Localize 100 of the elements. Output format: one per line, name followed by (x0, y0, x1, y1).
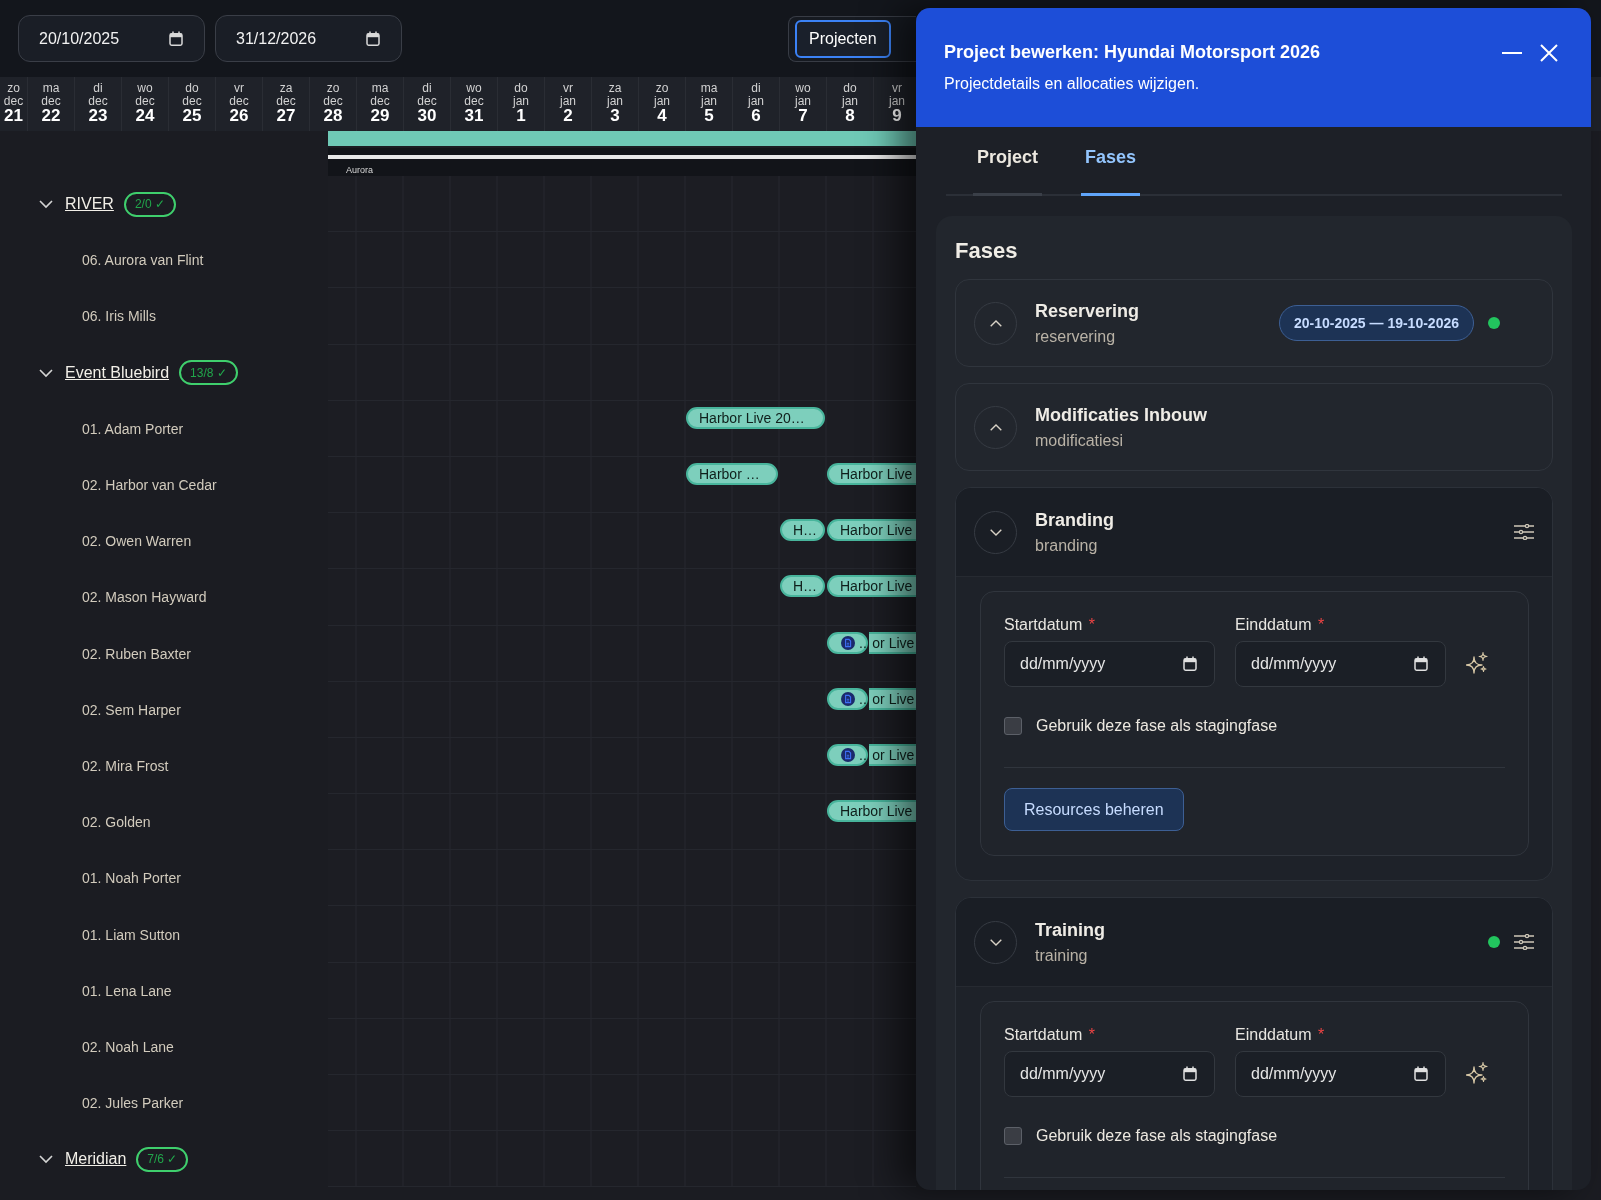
timeline-bar[interactable]: .. (827, 743, 869, 766)
tab[interactable]: Fases (1081, 127, 1141, 196)
resources-button[interactable]: Resources beheren (1004, 788, 1184, 831)
weekday-label: do (185, 82, 199, 95)
timeline-bar[interactable]: or Live (869, 743, 916, 766)
checkbox-label: Gebruik deze fase als stagingfase (1036, 1127, 1278, 1145)
tab[interactable]: Project (973, 127, 1043, 196)
month-label: jan (513, 94, 529, 108)
timeline-bar[interactable]: H… (780, 519, 825, 542)
phase-subtitle: training (1035, 946, 1089, 965)
calendar-icon[interactable] (169, 31, 183, 46)
day-number: 1 (516, 107, 526, 126)
day-number: 25 (182, 107, 202, 126)
timeline-bar[interactable]: .. (827, 631, 869, 654)
date-input[interactable]: dd/mm/yyyy (1235, 1051, 1446, 1097)
weekday-label: di (93, 82, 103, 95)
document-icon (841, 691, 855, 706)
weekday-label: za (279, 82, 293, 95)
sparkle-icon[interactable] (1466, 1062, 1488, 1084)
weekday-label: vr (234, 82, 244, 95)
weekday-label: vr (892, 82, 902, 95)
calendar-icon[interactable] (1183, 656, 1197, 671)
document-icon (841, 635, 855, 650)
chevron-down-icon (989, 528, 1002, 536)
weekday-label: do (843, 82, 857, 95)
calendar-icon[interactable] (1414, 656, 1428, 671)
resource-name: 02. Harbor van Cedar (82, 477, 217, 494)
timeline-bar[interactable]: H… (780, 575, 825, 598)
group-link[interactable]: Event Bluebird (65, 363, 170, 382)
day-number: 9 (892, 107, 902, 126)
sliders-icon[interactable] (1514, 524, 1534, 540)
day-number: 29 (370, 107, 390, 126)
date-input[interactable]: dd/mm/yyyy (1235, 641, 1446, 687)
resource-name: 01. Noah Porter (82, 870, 181, 887)
date-input[interactable]: dd/mm/yyyy (1004, 641, 1215, 687)
day-number: 23 (88, 107, 108, 126)
resource-name: 02. Jules Parker (82, 1095, 184, 1112)
field-label: Einddatum * (1235, 1026, 1326, 1044)
weekday-label: vr (563, 82, 573, 95)
close-button[interactable] (1540, 43, 1558, 62)
date-range-badge: 20-10-2025 — 19-10-2026 (1279, 305, 1474, 341)
calendar-icon[interactable] (366, 31, 380, 46)
group-link[interactable]: Meridian (65, 1150, 127, 1169)
weekday-label: wo (137, 82, 153, 95)
field-label: Einddatum * (1235, 616, 1326, 634)
document-icon (841, 747, 855, 762)
day-number: 31 (464, 107, 484, 126)
resource-name: 01. Adam Porter (82, 420, 184, 437)
resource-name: 02. Ruben Baxter (82, 645, 191, 662)
month-label: dec (135, 94, 155, 108)
timeline-bar[interactable]: Harbor Live (827, 519, 916, 542)
month-label: jan (701, 94, 717, 108)
month-label: dec (3, 94, 24, 108)
resource-name: 02. Golden (82, 814, 151, 831)
weekday-label: zo (655, 82, 669, 95)
month-label: jan (795, 94, 811, 108)
day-number: 4 (657, 107, 667, 126)
day-number: 27 (276, 107, 296, 126)
timeline-bar[interactable]: .. (827, 687, 869, 710)
date-field[interactable]: 31/12/2026 (215, 15, 402, 62)
day-number: 2 (563, 107, 573, 126)
timeline-bar[interactable]: Harbor Live (827, 800, 916, 823)
timeline-bar[interactable]: Harbor Live (827, 575, 916, 598)
timeline-bar[interactable]: Harbor Live 20… (686, 406, 825, 429)
month-label: dec (370, 94, 390, 108)
weekday-label: di (751, 82, 761, 95)
weekday-label: di (422, 82, 432, 95)
chevron-up-icon (989, 319, 1002, 327)
resource-name: 02. Noah Lane (82, 1038, 174, 1055)
day-number: 6 (751, 107, 761, 126)
timeline-bar[interactable]: Harbor … (686, 462, 778, 485)
checkbox-label: Gebruik deze fase als stagingfase (1036, 717, 1278, 735)
month-label: dec (323, 94, 343, 108)
chevron-down-icon (989, 938, 1002, 946)
phase-subtitle: modificatiesi (1035, 431, 1125, 450)
sparkle-icon[interactable] (1466, 652, 1488, 674)
timeline-bar[interactable]: or Live (869, 687, 916, 710)
month-label: jan (889, 94, 905, 108)
count-badge: 13/8 ✓ (179, 360, 238, 386)
calendar-icon[interactable] (1183, 1066, 1197, 1081)
weekday-label: za (608, 82, 622, 95)
minimize-button[interactable] (1502, 51, 1522, 54)
minimize-icon (1502, 51, 1522, 54)
date-input[interactable]: dd/mm/yyyy (1004, 1051, 1215, 1097)
calendar-icon[interactable] (1414, 1066, 1428, 1081)
checkbox[interactable] (1004, 1127, 1022, 1145)
view-tab[interactable]: Projecten (795, 19, 891, 58)
chevron-up-icon (989, 423, 1002, 431)
sliders-icon[interactable] (1514, 934, 1534, 950)
date-field[interactable]: 20/10/2025 (18, 15, 205, 62)
resource-name: 02. Mason Hayward (82, 589, 207, 606)
timeline-bar[interactable]: Harbor Live (827, 462, 916, 485)
count-badge: 7/6 ✓ (136, 1146, 189, 1172)
field-label: Startdatum * (1004, 1026, 1096, 1044)
checkbox[interactable] (1004, 717, 1022, 735)
group-link[interactable]: RIVER (65, 195, 114, 214)
month-label: dec (276, 94, 296, 108)
weekday-label: do (514, 82, 528, 95)
count-badge: 2/0 ✓ (123, 191, 176, 217)
timeline-bar[interactable]: or Live (869, 631, 916, 654)
